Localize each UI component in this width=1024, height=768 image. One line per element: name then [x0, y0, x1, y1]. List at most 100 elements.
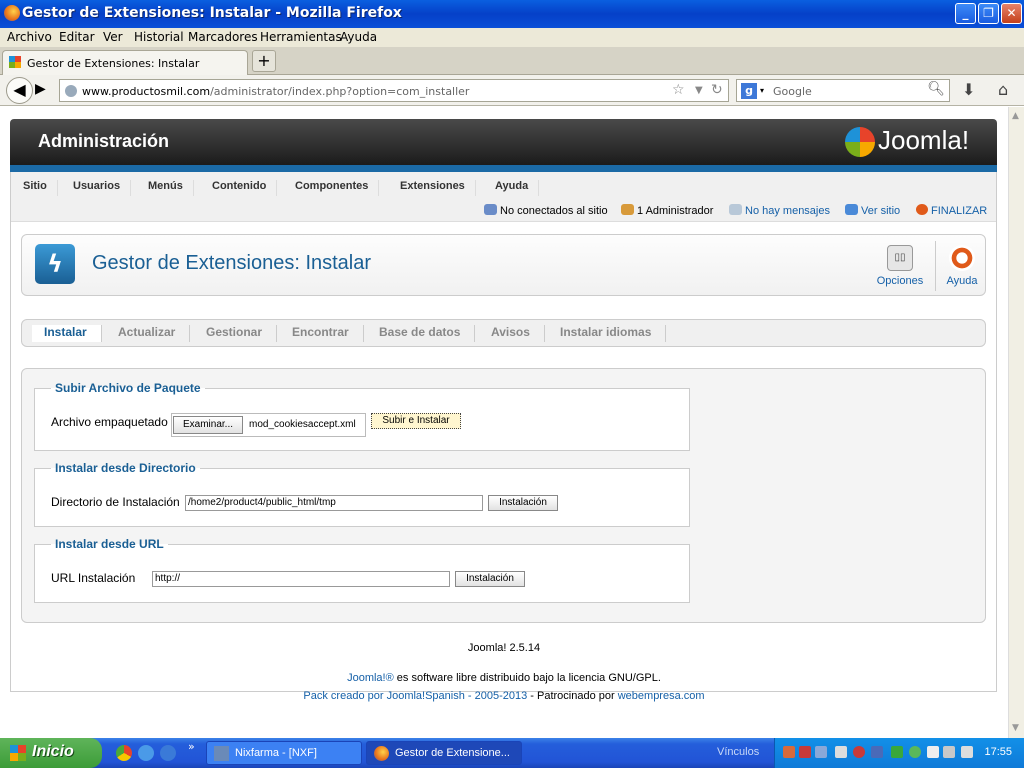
clock: 17:55	[984, 746, 1012, 758]
bookmark-star-icon[interactable]: ☆	[672, 82, 685, 98]
info-icon[interactable]	[909, 746, 921, 758]
menu-menus[interactable]: Menús	[148, 180, 194, 196]
tray-icon[interactable]	[783, 746, 795, 758]
links-toolbar[interactable]: Vínculos	[717, 746, 759, 758]
version-text: Joomla! 2.5.14	[467, 642, 541, 654]
url-bar[interactable]: www.productosmil.com/administrator/index…	[59, 79, 729, 102]
site-identity-icon[interactable]	[65, 85, 77, 97]
header-stripe	[10, 165, 997, 172]
reload-icon[interactable]: ↻	[711, 82, 723, 98]
internet-explorer-icon[interactable]	[138, 745, 154, 761]
search-icon[interactable]: 🔍︎	[927, 81, 945, 97]
menu-sitio[interactable]: Sitio	[23, 180, 58, 196]
chrome-icon[interactable]	[116, 745, 132, 761]
tab-encontrar[interactable]: Encontrar	[292, 325, 364, 342]
directory-label: Directorio de Instalación	[51, 495, 180, 509]
start-button[interactable]: Inicio	[0, 738, 102, 768]
tray-icon[interactable]	[943, 746, 955, 758]
joomla-spanish-link[interactable]: Pack creado por Joomla!Spanish - 2005-20…	[303, 690, 527, 702]
upload-legend: Subir Archivo de Paquete	[55, 381, 201, 395]
power-icon	[916, 204, 928, 215]
tray-icon[interactable]	[815, 746, 827, 758]
firefox-icon	[374, 746, 389, 761]
minimize-button[interactable]: _	[955, 3, 976, 24]
browser-tab[interactable]: Gestor de Extensiones: Instalar	[2, 50, 248, 75]
search-box[interactable]: g ▾ Google 🔍︎	[736, 79, 950, 102]
menu-ayuda-joomla[interactable]: Ayuda	[495, 180, 540, 196]
license-line: Joomla!® es software libre distribuido b…	[347, 672, 661, 684]
scroll-down-icon[interactable]: ▼	[1012, 723, 1019, 733]
menu-editar[interactable]: Editar	[59, 30, 95, 44]
tab-instalar[interactable]: Instalar	[32, 325, 102, 342]
lifebuoy-icon	[949, 245, 975, 271]
scroll-up-icon[interactable]: ▲	[1012, 111, 1019, 121]
navigation-bar: ◀ ▶ www.productosmil.com/administrator/i…	[0, 75, 1024, 106]
tray-icon[interactable]	[835, 746, 847, 758]
system-tray: 17:55	[774, 738, 1024, 768]
menu-usuarios[interactable]: Usuarios	[73, 180, 132, 196]
url-input[interactable]: http://	[152, 571, 450, 587]
download-icon[interactable]: ⬇	[962, 80, 975, 99]
menu-extensiones[interactable]: Extensiones	[400, 180, 476, 196]
file-input[interactable]	[171, 413, 366, 437]
toolbar-separator	[935, 241, 936, 291]
tray-icon[interactable]	[927, 746, 939, 758]
url-install-button[interactable]: Instalación	[455, 571, 525, 587]
tab-base-de-datos[interactable]: Base de datos	[379, 325, 476, 342]
tab-instalar-idiomas[interactable]: Instalar idiomas	[560, 325, 667, 342]
menu-contenido[interactable]: Contenido	[212, 180, 278, 196]
menu-ver[interactable]: Ver	[103, 30, 123, 44]
back-button[interactable]: ◀	[6, 77, 33, 104]
forward-button[interactable]: ▶	[35, 81, 46, 97]
directory-install-button[interactable]: Instalación	[488, 495, 558, 511]
restore-button[interactable]: ❐	[978, 3, 999, 24]
directory-fieldset: Instalar desde Directorio Directorio de …	[34, 461, 690, 527]
webempresa-link[interactable]: webempresa.com	[618, 690, 705, 702]
tab-actualizar[interactable]: Actualizar	[118, 325, 191, 342]
status-admins: 1 Administrador	[621, 204, 713, 217]
tray-icon[interactable]	[871, 746, 883, 758]
options-button[interactable]: ▯▯ Opciones	[875, 245, 925, 287]
tab-label: Gestor de Extensiones: Instalar	[27, 57, 200, 70]
tab-avisos[interactable]: Avisos	[491, 325, 545, 342]
tray-icon[interactable]	[799, 746, 811, 758]
menu-marcadores[interactable]: Marcadores	[188, 30, 258, 44]
quicklaunch-expand-icon[interactable]: »	[188, 740, 195, 753]
upload-install-button[interactable]: Subir e Instalar	[371, 413, 461, 429]
admin-title: Administración	[38, 131, 170, 151]
new-tab-button[interactable]: +	[252, 50, 276, 72]
upload-label: Archivo empaquetado	[51, 415, 168, 429]
directory-input[interactable]: /home2/product4/public_html/tmp	[185, 495, 483, 511]
close-button[interactable]: ✕	[1001, 3, 1022, 24]
history-dropdown-icon[interactable]: ▼	[695, 85, 703, 96]
view-site-link[interactable]: Ver sitio	[845, 204, 900, 217]
menu-componentes[interactable]: Componentes	[295, 180, 380, 196]
menu-herramientas[interactable]: Herramientas	[260, 30, 342, 44]
taskbar-firefox[interactable]: Gestor de Extensione...	[366, 741, 522, 765]
menu-archivo[interactable]: Archivo	[7, 30, 52, 44]
menu-historial[interactable]: Historial	[134, 30, 184, 44]
firefox-icon	[4, 5, 20, 21]
admin-main: Sitio Usuarios Menús Contenido Component…	[10, 172, 997, 692]
url-label: URL Instalación	[51, 571, 136, 585]
tray-icon[interactable]	[891, 746, 903, 758]
tray-icon[interactable]	[853, 746, 865, 758]
url-fieldset: Instalar desde URL URL Instalación http:…	[34, 537, 690, 603]
logout-link[interactable]: FINALIZAR	[916, 204, 987, 217]
mail-icon	[729, 204, 742, 215]
engine-dropdown-icon[interactable]: ▾	[760, 86, 764, 95]
google-icon[interactable]: g	[741, 83, 757, 99]
admin-user-icon	[621, 204, 634, 215]
volume-icon[interactable]	[961, 746, 973, 758]
help-button[interactable]: Ayuda	[942, 245, 982, 287]
menu-ayuda[interactable]: Ayuda	[340, 30, 377, 44]
home-icon[interactable]: ⌂	[998, 80, 1008, 99]
tab-gestionar[interactable]: Gestionar	[206, 325, 278, 342]
joomla-link[interactable]: Joomla!®	[347, 672, 394, 684]
window-titlebar: Gestor de Extensiones: Instalar - Mozill…	[0, 0, 1024, 28]
taskbar-nixfarma[interactable]: Nixfarma - [NXF]	[206, 741, 362, 765]
tab-strip: Gestor de Extensiones: Instalar +	[0, 47, 1024, 75]
status-messages[interactable]: No hay mensajes	[729, 204, 830, 217]
quicklaunch-icon[interactable]	[160, 745, 176, 761]
vertical-scrollbar[interactable]: ▲ ▼	[1008, 107, 1024, 738]
